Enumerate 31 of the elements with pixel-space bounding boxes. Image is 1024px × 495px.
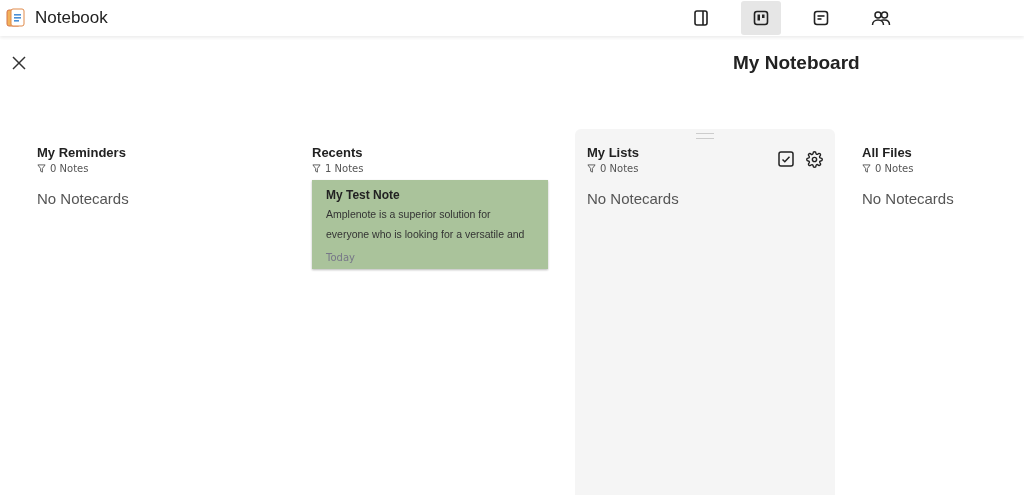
note-count: 0 Notes	[875, 163, 914, 174]
note-preview: Amplenote is a superior solution for everyone who is looking for a versatile and	[326, 207, 526, 242]
people-icon	[871, 9, 891, 27]
drag-handle[interactable]	[696, 133, 714, 139]
note-title: My Test Note	[326, 188, 401, 202]
settings-icon[interactable]	[806, 151, 823, 168]
column-title: My Lists	[587, 145, 639, 160]
note-icon	[812, 9, 830, 27]
filter-icon	[37, 164, 46, 173]
sidebar-panel-icon	[692, 9, 710, 27]
filter-icon	[862, 164, 871, 173]
checkbox-icon[interactable]	[778, 151, 794, 168]
app-title: Notebook	[35, 8, 108, 28]
note-card[interactable]: My Test Note Amplenote is a superior solution for everyone who is looking for a versatile and Today	[312, 180, 548, 269]
empty-message: No Notecards	[37, 190, 130, 207]
empty-message: No Notecards	[862, 190, 955, 207]
empty-message: No Notecards	[587, 190, 680, 207]
column-title: My Reminders	[37, 145, 126, 160]
board-title: My Noteboard	[733, 52, 860, 74]
note-count: 0 Notes	[600, 163, 639, 174]
note-count: 1 Notes	[325, 163, 364, 174]
column-title: Recents	[312, 145, 364, 160]
note-date: Today	[326, 252, 356, 263]
board-view-button[interactable]	[741, 1, 781, 35]
filter-icon	[587, 164, 596, 173]
close-button[interactable]	[12, 56, 26, 70]
board-icon	[752, 9, 770, 27]
notebook-icon	[5, 7, 27, 29]
note-count: 0 Notes	[50, 163, 89, 174]
column-title: All Files	[862, 145, 913, 160]
filter-icon	[312, 164, 321, 173]
